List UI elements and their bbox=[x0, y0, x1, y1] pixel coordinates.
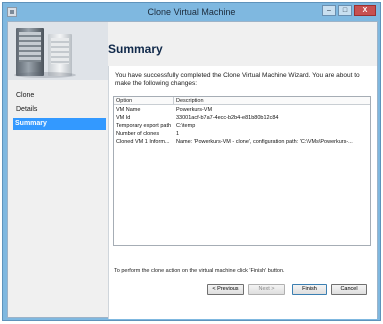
table-row[interactable]: VM Name Powerkurs-VM bbox=[114, 106, 370, 114]
table-row[interactable]: Number of clones 1 bbox=[114, 130, 370, 138]
wizard-banner bbox=[8, 22, 108, 80]
grid-header: Option Description bbox=[114, 97, 370, 105]
header-option[interactable]: Option bbox=[114, 97, 174, 105]
title-bar[interactable]: Clone Virtual Machine – □ X bbox=[3, 3, 380, 21]
summary-panel: You have successfully completed the Clon… bbox=[108, 66, 377, 319]
row-description: 33001acf-b7a7-4ecc-b2b4-e81b80b12c84 bbox=[176, 115, 279, 121]
header-description[interactable]: Description bbox=[174, 97, 370, 105]
server-shadow bbox=[14, 72, 76, 78]
row-option: Number of clones bbox=[116, 131, 160, 137]
row-option: VM Id bbox=[116, 115, 131, 121]
row-description: Name: 'Powerkurs-VM - clone', configurat… bbox=[176, 139, 353, 145]
row-option: Cloned VM 1 Inform... bbox=[116, 139, 170, 145]
row-description: C:\temp bbox=[176, 123, 196, 129]
row-description: 1 bbox=[176, 131, 180, 137]
close-button[interactable]: X bbox=[354, 5, 376, 16]
page-title: Summary bbox=[108, 42, 163, 56]
clone-vm-window: Clone Virtual Machine – □ X Summary Clon… bbox=[2, 2, 381, 321]
wizard-client-area: Summary Clone Details Summary You have s… bbox=[7, 21, 378, 319]
nav-item-clone[interactable]: Clone bbox=[14, 90, 108, 102]
maximize-button[interactable]: □ bbox=[338, 5, 352, 16]
server-icon bbox=[16, 28, 44, 76]
finish-instructions: To perform the clone action on the virtu… bbox=[114, 268, 285, 274]
server-icon-secondary bbox=[48, 34, 72, 76]
table-row[interactable]: VM Id 33001acf-b7a7-4ecc-b2b4-e81b80b12c… bbox=[114, 114, 370, 122]
changes-grid[interactable]: Option Description VM Name Powerkurs-VM … bbox=[113, 96, 371, 246]
nav-item-details[interactable]: Details bbox=[14, 104, 108, 116]
window-controls: – □ X bbox=[322, 5, 376, 16]
previous-button[interactable]: < Previous bbox=[207, 284, 244, 295]
intro-text: You have successfully completed the Clon… bbox=[115, 72, 360, 87]
table-row[interactable]: Temporary export path C:\temp bbox=[114, 122, 370, 130]
nav-item-summary[interactable]: Summary bbox=[13, 118, 106, 130]
row-option: Temporary export path bbox=[116, 123, 172, 129]
table-row[interactable]: Cloned VM 1 Inform... Name: 'Powerkurs-V… bbox=[114, 138, 370, 146]
next-button[interactable]: Next > bbox=[248, 284, 285, 295]
row-option: VM Name bbox=[116, 107, 141, 113]
cancel-button[interactable]: Cancel bbox=[331, 284, 367, 295]
finish-button[interactable]: Finish bbox=[292, 284, 327, 295]
row-description: Powerkurs-VM bbox=[176, 107, 213, 113]
minimize-button[interactable]: – bbox=[322, 5, 336, 16]
